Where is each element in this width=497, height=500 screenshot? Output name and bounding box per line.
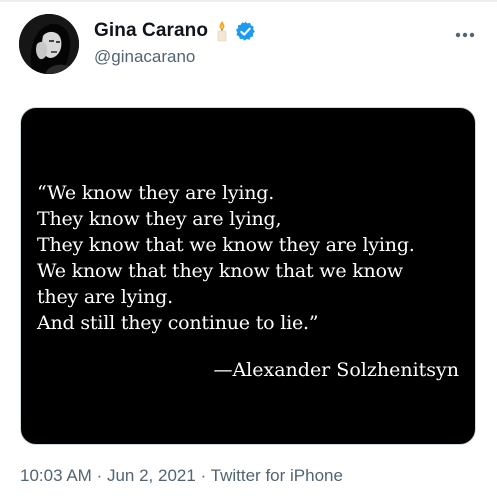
meta-separator: · — [200, 466, 207, 485]
name-row: Gina Carano — [94, 17, 256, 45]
tweet-source[interactable]: Twitter for iPhone — [211, 466, 343, 485]
tweet: Gina Carano @ginacarano “We know they ar… — [0, 0, 497, 500]
quote-line: We know that they know that we know — [37, 260, 403, 282]
handle[interactable]: @ginacarano — [94, 47, 256, 67]
quote-line: They know that we know they are lying. — [37, 234, 415, 256]
quote-attribution: —Alexander Solzhenitsyn — [213, 359, 459, 381]
quote-line: And still they continue to lie.” — [37, 312, 319, 334]
author-block: Gina Carano @ginacarano — [94, 17, 256, 67]
tweet-time[interactable]: 10:03 AM — [20, 466, 92, 485]
display-name[interactable]: Gina Carano — [94, 20, 208, 42]
avatar[interactable] — [19, 14, 79, 74]
quote-line: they are lying. — [37, 286, 173, 308]
verified-check-icon — [235, 21, 256, 42]
tweet-date[interactable]: Jun 2, 2021 — [107, 466, 196, 485]
quote-line: They know they are lying, — [37, 208, 282, 230]
top-divider — [0, 0, 497, 2]
quote-line: “We know they are lying. — [37, 182, 275, 204]
avatar-photo — [19, 14, 79, 74]
quote-text: “We know they are lying. They know they … — [37, 180, 415, 336]
meta-separator: · — [96, 466, 103, 485]
tweet-meta: 10:03 AM · Jun 2, 2021 · Twitter for iPh… — [20, 466, 343, 486]
candle-icon — [215, 20, 229, 42]
media-image[interactable]: “We know they are lying. They know they … — [20, 107, 476, 445]
ellipsis-icon[interactable] — [455, 26, 475, 38]
